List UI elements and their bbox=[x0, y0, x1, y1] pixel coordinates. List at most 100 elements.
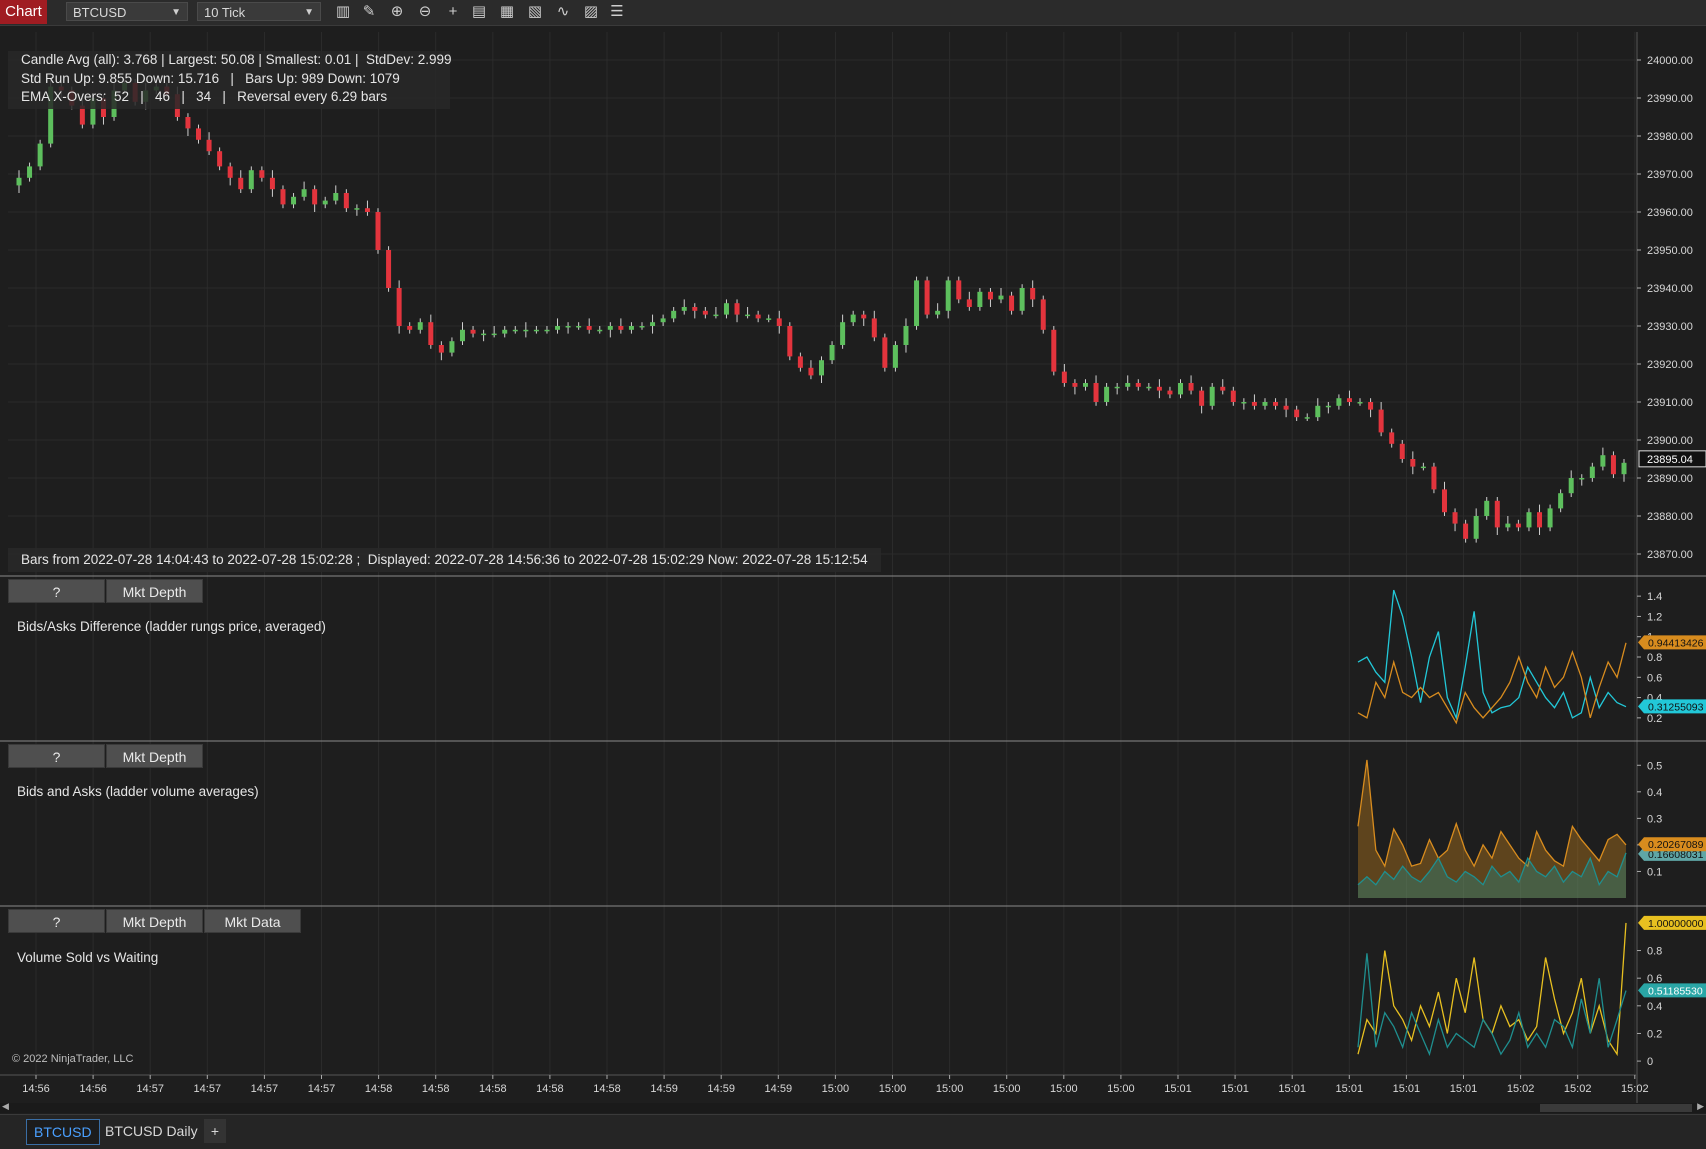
time-tick-label: 15:00 bbox=[1107, 1083, 1135, 1095]
candle-body bbox=[702, 310, 708, 315]
chart-menu-button[interactable]: Chart bbox=[0, 0, 47, 24]
candle bbox=[375, 208, 381, 254]
price-tick-label: 23950.00 bbox=[1647, 245, 1693, 257]
zoom-out-icon[interactable]: ⊖ bbox=[416, 3, 434, 21]
horizontal-scrollbar[interactable]: ◀ ▶ bbox=[0, 1101, 1706, 1113]
candle-body bbox=[1368, 402, 1374, 410]
candle-body bbox=[639, 326, 645, 328]
candle-body bbox=[755, 314, 761, 319]
data-box-icon[interactable]: ▤ bbox=[470, 3, 488, 21]
instrument-selector[interactable]: BTCUSD ▼ bbox=[66, 2, 188, 21]
candle bbox=[914, 276, 920, 330]
candle-body bbox=[533, 329, 539, 332]
price-tick-label: 24000.00 bbox=[1647, 55, 1693, 67]
candle-body bbox=[1515, 523, 1521, 528]
properties-icon[interactable]: ▦ bbox=[498, 3, 516, 21]
time-tick-label: 15:02 bbox=[1621, 1083, 1649, 1095]
add-tab-button[interactable]: + bbox=[204, 1119, 226, 1143]
candle bbox=[882, 333, 888, 372]
price-tick-label: 23900.00 bbox=[1647, 435, 1693, 447]
candle-body bbox=[1568, 478, 1574, 494]
candle-body bbox=[459, 329, 465, 342]
scroll-left-icon[interactable]: ◀ bbox=[2, 1101, 9, 1112]
panel2-mkt-depth-button[interactable]: Mkt Depth bbox=[106, 744, 203, 768]
candle-body bbox=[1547, 508, 1553, 528]
panel3-yellow-marker: 1.00000000 bbox=[1638, 915, 1706, 930]
panel3-yellow-marker-label: 1.00000000 bbox=[1648, 918, 1704, 930]
panel3-help-button[interactable]: ? bbox=[8, 909, 105, 933]
interval-selector[interactable]: 10 Tick ▼ bbox=[197, 2, 321, 21]
candle-body bbox=[734, 303, 740, 315]
candle-body bbox=[1262, 402, 1268, 406]
panel1-cyan-marker: 0.31255093 bbox=[1638, 699, 1706, 714]
candle-body bbox=[491, 333, 497, 336]
time-tick-label: 15:00 bbox=[1050, 1083, 1078, 1095]
candle-body bbox=[1135, 383, 1141, 387]
candle bbox=[396, 280, 402, 334]
candle-body bbox=[1484, 500, 1490, 516]
tab-btcusd-daily[interactable]: BTCUSD Daily bbox=[98, 1119, 205, 1143]
candle-body bbox=[523, 329, 529, 332]
strategies-icon[interactable]: ▧ bbox=[526, 3, 544, 21]
panel1-orange-marker: 0.94413426 bbox=[1638, 635, 1706, 650]
panel1-mkt-depth-button[interactable]: Mkt Depth bbox=[106, 579, 203, 603]
candle-body bbox=[1315, 405, 1321, 418]
price-tick-label: 23910.00 bbox=[1647, 397, 1693, 409]
candle bbox=[1040, 295, 1046, 334]
bars-info-label: Bars from 2022-07-28 14:04:43 to 2022-07… bbox=[8, 548, 881, 572]
panel3-teal-marker-label: 0.51185530 bbox=[1648, 985, 1703, 997]
candle-body bbox=[1325, 405, 1331, 408]
candle-body bbox=[1114, 386, 1120, 389]
time-tick-label: 14:59 bbox=[650, 1083, 678, 1095]
candle-body bbox=[745, 314, 751, 317]
candle-body bbox=[301, 189, 307, 197]
candle-body bbox=[565, 326, 571, 328]
candle bbox=[1209, 383, 1215, 410]
panel3-mkt-depth-button[interactable]: Mkt Depth bbox=[106, 909, 203, 933]
candle-body bbox=[914, 280, 920, 326]
bar-type-icon[interactable]: ▥ bbox=[334, 3, 352, 21]
crosshair-icon[interactable]: + bbox=[444, 3, 462, 21]
zoom-in-icon[interactable]: ⊕ bbox=[388, 3, 406, 21]
candle-body bbox=[1178, 383, 1184, 395]
scroll-right-icon[interactable]: ▶ bbox=[1697, 1101, 1704, 1112]
candle-body bbox=[37, 143, 43, 167]
candle-body bbox=[945, 280, 951, 311]
candle-body bbox=[766, 318, 772, 320]
candle-body bbox=[871, 318, 877, 338]
candle bbox=[1019, 284, 1025, 315]
panel-tick-label: 0 bbox=[1647, 1056, 1653, 1068]
panel2-orange-marker: 0.20267089 bbox=[1638, 837, 1706, 852]
candle-body bbox=[998, 295, 1004, 300]
candle-body bbox=[1304, 417, 1310, 419]
panel3-mkt-data-button[interactable]: Mkt Data bbox=[204, 909, 301, 933]
candle-body bbox=[417, 322, 423, 330]
drawing-pencil-icon[interactable]: ✎ bbox=[360, 3, 378, 21]
time-tick-label: 14:59 bbox=[707, 1083, 735, 1095]
object-list-icon[interactable]: ☰ bbox=[608, 3, 626, 21]
tab-btcusd[interactable]: BTCUSD bbox=[26, 1119, 100, 1145]
candle-body bbox=[1146, 386, 1152, 389]
chevron-down-icon: ▼ bbox=[304, 7, 314, 18]
candle-body bbox=[671, 310, 677, 319]
candle-body bbox=[1494, 500, 1500, 528]
price-tick-label: 23930.00 bbox=[1647, 321, 1693, 333]
panel2-help-button[interactable]: ? bbox=[8, 744, 105, 768]
stats-line-ema-xovers: EMA X-Overs: 52 | 46 | 34 | Reversal eve… bbox=[21, 89, 388, 104]
price-tick-label: 23970.00 bbox=[1647, 169, 1693, 181]
candle-body bbox=[1389, 432, 1395, 444]
candle-body bbox=[1441, 489, 1447, 513]
candle-body bbox=[1420, 466, 1426, 469]
templates-icon[interactable]: ▨ bbox=[582, 3, 600, 21]
scrollbar-thumb[interactable] bbox=[1540, 1104, 1692, 1112]
panel-tick-label: 0.3 bbox=[1647, 813, 1662, 825]
panel1-help-button[interactable]: ? bbox=[8, 579, 105, 603]
price-tick-label: 23920.00 bbox=[1647, 359, 1693, 371]
candle-body bbox=[1167, 390, 1173, 395]
candle-body bbox=[27, 166, 33, 178]
candle bbox=[1431, 462, 1437, 494]
candle-body bbox=[1357, 402, 1363, 404]
candle-body bbox=[1431, 466, 1437, 490]
indicators-icon[interactable]: ∿ bbox=[554, 3, 572, 21]
candle-body bbox=[892, 345, 898, 368]
